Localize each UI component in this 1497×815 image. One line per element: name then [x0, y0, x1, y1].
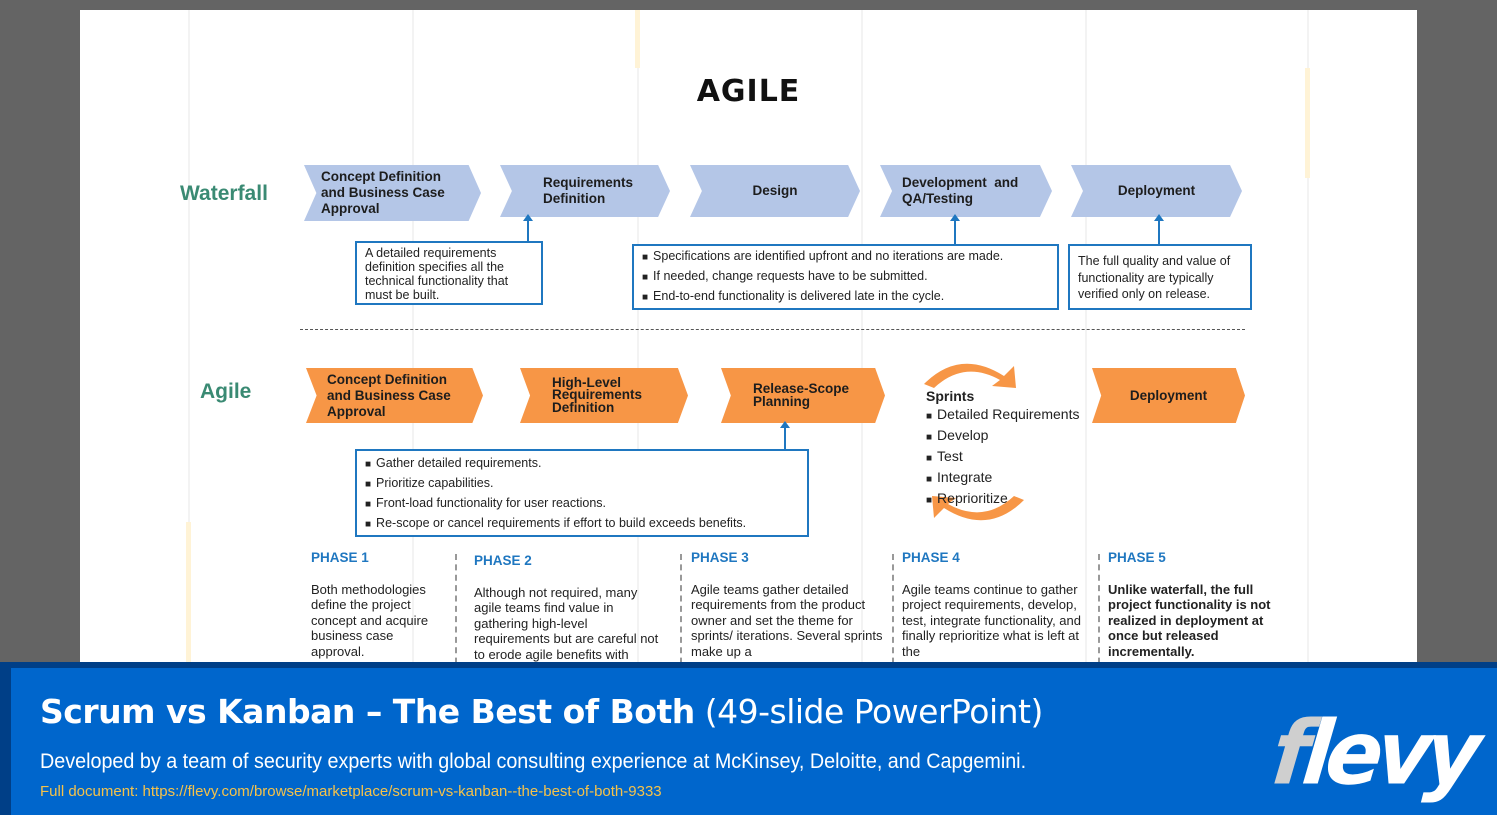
- waterfall-step-development: Development and QA/Testing: [880, 165, 1052, 217]
- agile-step-deployment: Deployment: [1092, 368, 1245, 423]
- sprint-item: Detailed Requirements: [926, 405, 1079, 426]
- phase-2: PHASE 2 Although not required, many agil…: [474, 553, 666, 662]
- phase-text: Both methodologies define the project co…: [311, 581, 429, 659]
- title-slide-count: (49-slide PowerPoint): [694, 692, 1044, 731]
- arrow-up-icon: [950, 214, 960, 245]
- arrow-up-icon: [523, 214, 533, 242]
- slide-title: AGILE: [696, 74, 801, 109]
- callout-bullet: Specifications are identified upfront an…: [642, 247, 1049, 267]
- phase-title: PHASE 3: [691, 550, 749, 565]
- phase-title: PHASE 5: [1108, 550, 1166, 565]
- phase-separator: [455, 554, 457, 670]
- section-divider: [300, 329, 1245, 330]
- callout-bullet: Prioritize capabilities.: [365, 474, 799, 494]
- callout-development: Specifications are identified upfront an…: [632, 244, 1059, 310]
- arrow-up-icon: [780, 421, 790, 450]
- waterfall-step-concept: Concept Definition and Business Case App…: [304, 165, 481, 221]
- agile-step-high-level: High-Level Requirements Definition: [520, 368, 688, 423]
- waterfall-label: Waterfall: [180, 182, 268, 205]
- sprint-item: Develop: [926, 426, 1079, 447]
- guide-highlight: [635, 10, 640, 68]
- phase-text: Agile teams gather detailed requirements…: [691, 581, 883, 659]
- document-link[interactable]: Full document: https://flevy.com/browse/…: [40, 783, 662, 800]
- phase-separator: [892, 554, 894, 670]
- sprint-item: Integrate: [926, 468, 1079, 489]
- sprint-item: Test: [926, 447, 1079, 468]
- sprints-title: Sprints: [926, 388, 975, 404]
- callout-deployment: The full quality and value of functional…: [1068, 244, 1252, 310]
- callout-bullet: End-to-end functionality is delivered la…: [642, 287, 1049, 307]
- callout-bullet: Re-scope or cancel requirements if effor…: [365, 514, 799, 534]
- phase-1: PHASE 1 Both methodologies define the pr…: [311, 550, 446, 659]
- logo-rest: levy: [1298, 701, 1481, 805]
- callout-requirements: A detailed requirements definition speci…: [355, 241, 543, 305]
- phase-text: Although not required, many agile teams …: [474, 584, 659, 662]
- agile-step-release-scope: Release-Scope Planning: [721, 368, 885, 423]
- document-description: Developed by a team of security experts …: [40, 750, 1027, 773]
- waterfall-step-design: Design: [690, 165, 860, 217]
- agile-label: Agile: [200, 380, 252, 403]
- phase-4: PHASE 4 Agile teams continue to gather p…: [902, 550, 1094, 659]
- document-title: Scrum vs Kanban – The Best of Both (49-s…: [40, 692, 1043, 731]
- phase-5: PHASE 5 Unlike waterfall, the full proje…: [1108, 550, 1288, 659]
- phase-separator: [680, 554, 682, 670]
- callout-bullet: Front-load functionality for user reacti…: [365, 494, 799, 514]
- phase-title: PHASE 2: [474, 553, 532, 568]
- callout-bullet: If needed, change requests have to be su…: [642, 267, 1049, 287]
- page: AGILE Waterfall Concept Definition and B…: [0, 0, 1497, 815]
- flevy-logo[interactable]: flevy: [1268, 702, 1481, 805]
- slide: AGILE Waterfall Concept Definition and B…: [80, 10, 1417, 670]
- phase-title: PHASE 1: [311, 550, 369, 565]
- sprint-item: Reprioritize: [926, 489, 1079, 510]
- phase-3: PHASE 3 Agile teams gather detailed requ…: [691, 550, 883, 659]
- promo-banner: Scrum vs Kanban – The Best of Both (49-s…: [0, 662, 1497, 815]
- callout-bullet: Gather detailed requirements.: [365, 454, 799, 474]
- sprints-list: Sprints Detailed Requirements Develop Te…: [926, 388, 1079, 510]
- phase-text: Unlike waterfall, the full project funct…: [1108, 581, 1271, 659]
- guide-highlight: [186, 522, 191, 670]
- agile-step-concept: Concept Definition and Business Case App…: [306, 368, 483, 423]
- phase-text: Agile teams continue to gather project r…: [902, 581, 1081, 659]
- cycle-arrow-top-icon: [924, 363, 1016, 388]
- banner-panel: Scrum vs Kanban – The Best of Both (49-s…: [11, 668, 1497, 815]
- waterfall-step-requirements: Requirements Definition: [500, 165, 670, 217]
- title-main: Scrum vs Kanban – The Best of Both: [40, 692, 695, 731]
- phase-title: PHASE 4: [902, 550, 960, 565]
- waterfall-step-deployment: Deployment: [1071, 165, 1242, 217]
- arrow-up-icon: [1154, 214, 1164, 245]
- phase-separator: [1098, 554, 1100, 670]
- callout-release-scope: Gather detailed requirements. Prioritize…: [355, 449, 809, 537]
